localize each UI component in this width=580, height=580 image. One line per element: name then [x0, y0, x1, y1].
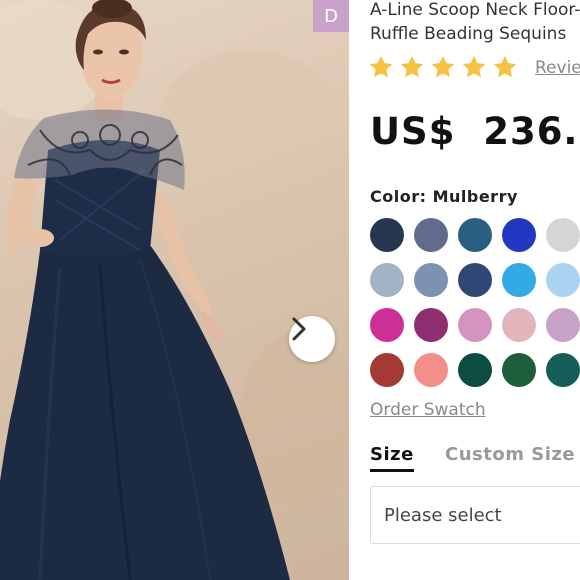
color-swatch[interactable] [502, 308, 536, 342]
color-swatch[interactable] [458, 263, 492, 297]
product-price: US$ 236. [370, 110, 579, 153]
color-swatch[interactable] [458, 218, 492, 252]
star-icon [400, 55, 424, 78]
badge-label: D [313, 0, 349, 32]
color-swatch[interactable] [414, 353, 448, 387]
chevron-right-icon [292, 317, 306, 341]
size-select-placeholder: Please select [384, 504, 502, 526]
color-swatch[interactable] [370, 218, 404, 252]
color-swatch[interactable] [370, 263, 404, 297]
model-photo [0, 0, 349, 580]
color-swatch[interactable] [546, 308, 580, 342]
next-image-button[interactable] [289, 316, 335, 362]
color-swatch[interactable] [546, 218, 580, 252]
product-info-panel: A-Line Scoop Neck Floor- Ruffle Beading … [349, 0, 580, 580]
product-title: A-Line Scoop Neck Floor- Ruffle Beading … [370, 0, 580, 46]
color-swatch[interactable] [546, 353, 580, 387]
rating-stars [368, 54, 518, 80]
tab-size[interactable]: Size [370, 444, 414, 472]
product-title-line2: Ruffle Beading Sequins [370, 24, 567, 44]
color-swatch[interactable] [458, 308, 492, 342]
color-swatch[interactable] [370, 353, 404, 387]
color-swatch[interactable] [502, 353, 536, 387]
color-swatch[interactable] [546, 263, 580, 297]
color-swatch[interactable] [414, 263, 448, 297]
star-icon [462, 55, 486, 78]
color-swatch[interactable] [370, 308, 404, 342]
color-swatch[interactable] [414, 308, 448, 342]
color-swatch[interactable] [502, 263, 536, 297]
color-swatch[interactable] [458, 353, 492, 387]
tab-custom-size[interactable]: Custom Size [445, 444, 575, 465]
star-icon [431, 55, 455, 78]
color-swatch[interactable] [414, 218, 448, 252]
star-icon [369, 55, 393, 78]
color-label: Color: Mulberry [370, 187, 518, 206]
product-image[interactable]: D [0, 0, 349, 580]
order-swatch-link[interactable]: Order Swatch [370, 400, 486, 420]
color-swatch[interactable] [502, 218, 536, 252]
product-title-line1: A-Line Scoop Neck Floor- [370, 0, 580, 20]
reviews-link[interactable]: Revie [535, 58, 580, 78]
size-select[interactable]: Please select [370, 486, 580, 544]
star-icon [493, 55, 517, 78]
